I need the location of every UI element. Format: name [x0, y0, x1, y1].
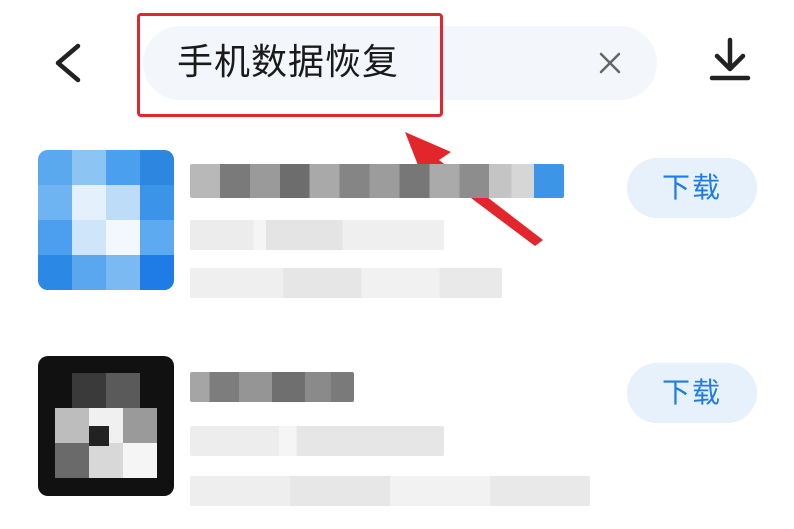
clear-search-button[interactable]	[595, 48, 625, 78]
download-manager-button[interactable]	[706, 34, 754, 86]
app-result-row[interactable]: 下载	[0, 142, 794, 312]
download-button[interactable]: 下载	[627, 158, 757, 218]
app-description-blurred	[190, 268, 502, 298]
app-subtitle-blurred	[190, 426, 444, 456]
app-subtitle-blurred	[190, 220, 444, 250]
app-title-blurred	[190, 372, 354, 402]
app-icon-blurred	[38, 356, 174, 496]
search-query[interactable]: 手机数据恢复	[177, 40, 399, 86]
search-results-screen: 手机数据恢复 下载 下载	[0, 0, 794, 529]
app-result-row[interactable]: 下载	[0, 340, 794, 510]
back-button[interactable]	[44, 38, 92, 88]
app-title-blurred	[190, 164, 564, 198]
app-description-blurred	[190, 476, 590, 506]
close-icon	[599, 52, 621, 74]
download-icon	[709, 37, 751, 81]
search-box[interactable]: 手机数据恢复	[143, 26, 657, 100]
app-icon-blurred	[38, 150, 174, 290]
download-button[interactable]: 下载	[627, 363, 757, 423]
chevron-left-icon	[55, 43, 81, 83]
